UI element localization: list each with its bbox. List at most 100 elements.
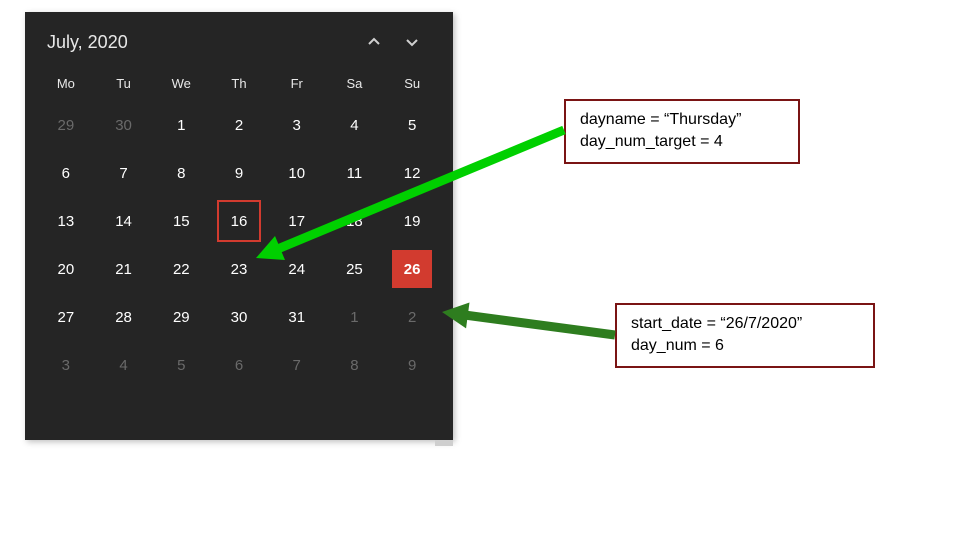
calendar-header: July, 2020 [25, 12, 453, 64]
calendar-day: 23 [219, 250, 259, 288]
calendar-title[interactable]: July, 2020 [47, 32, 355, 53]
calendar-cell[interactable]: 8 [326, 341, 384, 389]
calendar-cell[interactable]: 24 [268, 245, 326, 293]
calendar-cell[interactable]: 20 [37, 245, 95, 293]
calendar-day: 27 [46, 298, 86, 336]
calendar-cell[interactable]: 3 [268, 101, 326, 149]
calendar-cell[interactable]: 2 [383, 293, 441, 341]
calendar-cell[interactable]: 7 [268, 341, 326, 389]
calendar-cell[interactable]: 6 [210, 341, 268, 389]
calendar-cell[interactable]: 31 [268, 293, 326, 341]
calendar-cell[interactable]: 28 [95, 293, 153, 341]
calendar-day: 7 [104, 154, 144, 192]
calendar-day: 3 [277, 106, 317, 144]
calendar-cell[interactable]: 4 [95, 341, 153, 389]
calendar-day: 2 [219, 106, 259, 144]
calendar-day: 1 [161, 106, 201, 144]
calendar-day: 18 [334, 202, 374, 240]
annotation-line: dayname = “Thursday” [580, 111, 741, 128]
annotation-line: start_date = “26/7/2020” [631, 315, 802, 332]
calendar-grid: MoTuWeThFrSaSu29301234567891011121314151… [25, 64, 453, 401]
calendar-widget: July, 2020 MoTuWeThFrSaSu293012345678910… [25, 12, 453, 440]
calendar-cell[interactable]: 21 [95, 245, 153, 293]
calendar-cell[interactable]: 13 [37, 197, 95, 245]
calendar-day: 2 [392, 298, 432, 336]
calendar-cell[interactable]: 1 [152, 101, 210, 149]
calendar-day: 30 [219, 298, 259, 336]
calendar-cell[interactable]: 1 [326, 293, 384, 341]
calendar-cell[interactable]: 30 [95, 101, 153, 149]
calendar-day: 21 [104, 250, 144, 288]
calendar-day: 9 [392, 346, 432, 384]
calendar-cell[interactable]: 27 [37, 293, 95, 341]
annotation-target-day: dayname = “Thursday” day_num_target = 4 [564, 99, 800, 164]
calendar-dow: Mo [37, 68, 95, 101]
annotation-start-date: start_date = “26/7/2020” day_num = 6 [615, 303, 875, 368]
calendar-cell[interactable]: 26 [383, 245, 441, 293]
calendar-cell[interactable]: 15 [152, 197, 210, 245]
calendar-cell[interactable]: 30 [210, 293, 268, 341]
calendar-dow: Su [383, 68, 441, 101]
calendar-cell[interactable]: 22 [152, 245, 210, 293]
calendar-cell[interactable]: 8 [152, 149, 210, 197]
calendar-cell[interactable]: 11 [326, 149, 384, 197]
calendar-day: 20 [46, 250, 86, 288]
calendar-day: 15 [161, 202, 201, 240]
calendar-day: 6 [219, 346, 259, 384]
calendar-cell[interactable]: 29 [37, 101, 95, 149]
next-month-button[interactable] [393, 26, 431, 58]
calendar-day: 30 [104, 106, 144, 144]
calendar-day: 29 [161, 298, 201, 336]
annotation-line: day_num_target = 4 [580, 133, 723, 150]
calendar-day: 3 [46, 346, 86, 384]
calendar-cell[interactable]: 16 [210, 197, 268, 245]
calendar-cell[interactable]: 19 [383, 197, 441, 245]
calendar-day: 8 [334, 346, 374, 384]
calendar-day: 25 [334, 250, 374, 288]
calendar-cell[interactable]: 4 [326, 101, 384, 149]
calendar-day: 10 [277, 154, 317, 192]
calendar-cell[interactable]: 29 [152, 293, 210, 341]
calendar-day: 1 [334, 298, 374, 336]
calendar-dow: Tu [95, 68, 153, 101]
calendar-day: 7 [277, 346, 317, 384]
calendar-day: 28 [104, 298, 144, 336]
calendar-cell[interactable]: 10 [268, 149, 326, 197]
calendar-day: 14 [104, 202, 144, 240]
calendar-cell[interactable]: 2 [210, 101, 268, 149]
calendar-cell[interactable]: 5 [152, 341, 210, 389]
calendar-day: 31 [277, 298, 317, 336]
scrollbar-hint [435, 440, 453, 446]
calendar-cell[interactable]: 25 [326, 245, 384, 293]
calendar-day: 9 [219, 154, 259, 192]
calendar-day: 6 [46, 154, 86, 192]
calendar-cell[interactable]: 23 [210, 245, 268, 293]
calendar-cell[interactable]: 12 [383, 149, 441, 197]
calendar-day: 24 [277, 250, 317, 288]
calendar-cell[interactable]: 9 [210, 149, 268, 197]
calendar-cell[interactable]: 9 [383, 341, 441, 389]
calendar-day: 4 [334, 106, 374, 144]
calendar-cell[interactable]: 7 [95, 149, 153, 197]
calendar-dow: We [152, 68, 210, 101]
calendar-day: 5 [392, 106, 432, 144]
calendar-day: 13 [46, 202, 86, 240]
calendar-day: 29 [46, 106, 86, 144]
chevron-down-icon [404, 34, 420, 50]
calendar-cell[interactable]: 18 [326, 197, 384, 245]
calendar-day: 4 [104, 346, 144, 384]
calendar-cell[interactable]: 17 [268, 197, 326, 245]
calendar-dow: Fr [268, 68, 326, 101]
calendar-cell[interactable]: 3 [37, 341, 95, 389]
calendar-cell[interactable]: 14 [95, 197, 153, 245]
calendar-day: 26 [392, 250, 432, 288]
calendar-cell[interactable]: 5 [383, 101, 441, 149]
calendar-day: 16 [217, 200, 261, 242]
calendar-day: 22 [161, 250, 201, 288]
calendar-day: 19 [392, 202, 432, 240]
annotation-line: day_num = 6 [631, 337, 724, 354]
calendar-cell[interactable]: 6 [37, 149, 95, 197]
calendar-day: 5 [161, 346, 201, 384]
prev-month-button[interactable] [355, 26, 393, 58]
calendar-day: 12 [392, 154, 432, 192]
